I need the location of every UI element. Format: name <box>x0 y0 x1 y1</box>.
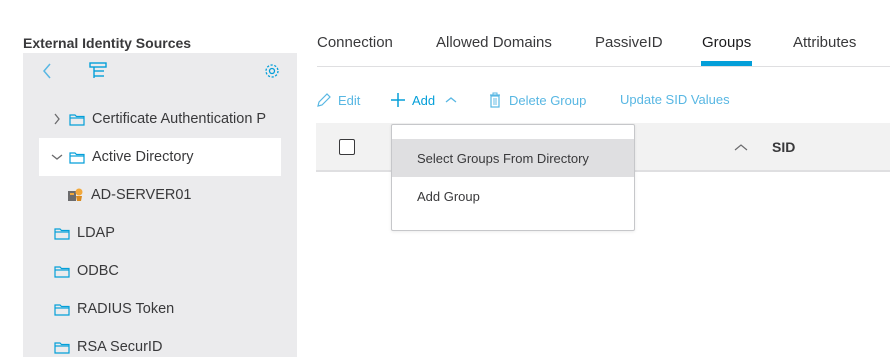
sidebar: Certificate Authentication P Active Dire… <box>23 53 297 357</box>
add-dropdown-menu: Select Groups From Directory Add Group <box>391 124 635 231</box>
plus-icon <box>390 92 406 108</box>
server-icon <box>67 187 84 203</box>
delete-group-label: Delete Group <box>509 92 587 108</box>
tree-item-certificate-auth[interactable]: Certificate Authentication P <box>39 100 281 138</box>
tree-item-label: RSA SecurID <box>77 339 163 355</box>
tree-item-label: LDAP <box>77 225 115 241</box>
tree-item-label: Active Directory <box>92 149 194 165</box>
tab-bar: Connection Allowed Domains PassiveID Gro… <box>317 0 890 67</box>
column-header-sid[interactable]: SID <box>772 139 795 155</box>
pencil-icon <box>316 92 332 108</box>
folder-icon <box>54 265 70 278</box>
tree-item-odbc[interactable]: ODBC <box>39 252 281 290</box>
tree-item-label: ODBC <box>77 263 119 279</box>
tree-item-rsa-securid[interactable]: RSA SecurID <box>39 328 281 357</box>
edit-label: Edit <box>338 92 361 108</box>
groups-page: External Identity Sources Certificate Au… <box>0 0 890 357</box>
trash-icon <box>489 92 501 108</box>
tab-attributes[interactable]: Attributes <box>793 34 856 51</box>
tab-connection[interactable]: Connection <box>317 34 393 51</box>
tab-groups[interactable]: Groups <box>702 34 751 51</box>
tree-item-label: AD-SERVER01 <box>91 187 192 203</box>
edit-button[interactable]: Edit <box>316 92 360 108</box>
sort-ascending-icon[interactable] <box>734 139 748 157</box>
update-sid-values-button[interactable]: Update SID Values <box>620 92 730 107</box>
sidebar-title: External Identity Sources <box>23 35 192 51</box>
gear-icon[interactable] <box>262 61 282 81</box>
tree-item-active-directory[interactable]: Active Directory <box>39 138 281 176</box>
tab-allowed-domains[interactable]: Allowed Domains <box>436 34 552 51</box>
add-button[interactable]: Add <box>390 92 457 108</box>
identity-source-tree: Certificate Authentication P Active Dire… <box>39 100 281 357</box>
folder-icon <box>69 113 85 126</box>
active-tab-indicator <box>701 61 752 66</box>
delete-group-button[interactable]: Delete Group <box>489 92 586 108</box>
chevron-up-icon <box>445 96 457 104</box>
chevron-down-icon[interactable] <box>49 153 65 161</box>
select-all-checkbox[interactable] <box>339 139 355 155</box>
tree-item-ad-server[interactable]: AD-SERVER01 <box>39 176 281 214</box>
collapse-icon[interactable] <box>37 61 57 81</box>
folder-icon <box>54 303 70 316</box>
tree-item-radius-token[interactable]: RADIUS Token <box>39 290 281 328</box>
add-label: Add <box>412 92 436 108</box>
tree-item-label: Certificate Authentication P <box>92 111 267 127</box>
chevron-right-icon[interactable] <box>49 113 65 125</box>
folder-icon <box>54 227 70 240</box>
menu-item-add-group[interactable]: Add Group <box>392 177 634 215</box>
tab-passiveid[interactable]: PassiveID <box>595 34 663 51</box>
tree-item-label: RADIUS Token <box>77 301 175 317</box>
tree-item-ldap[interactable]: LDAP <box>39 214 281 252</box>
folder-icon <box>54 341 70 354</box>
sidebar-toolbar <box>23 53 297 89</box>
menu-item-select-groups-from-directory[interactable]: Select Groups From Directory <box>392 139 634 177</box>
folder-icon <box>69 151 85 164</box>
tree-view-icon[interactable] <box>88 61 108 81</box>
